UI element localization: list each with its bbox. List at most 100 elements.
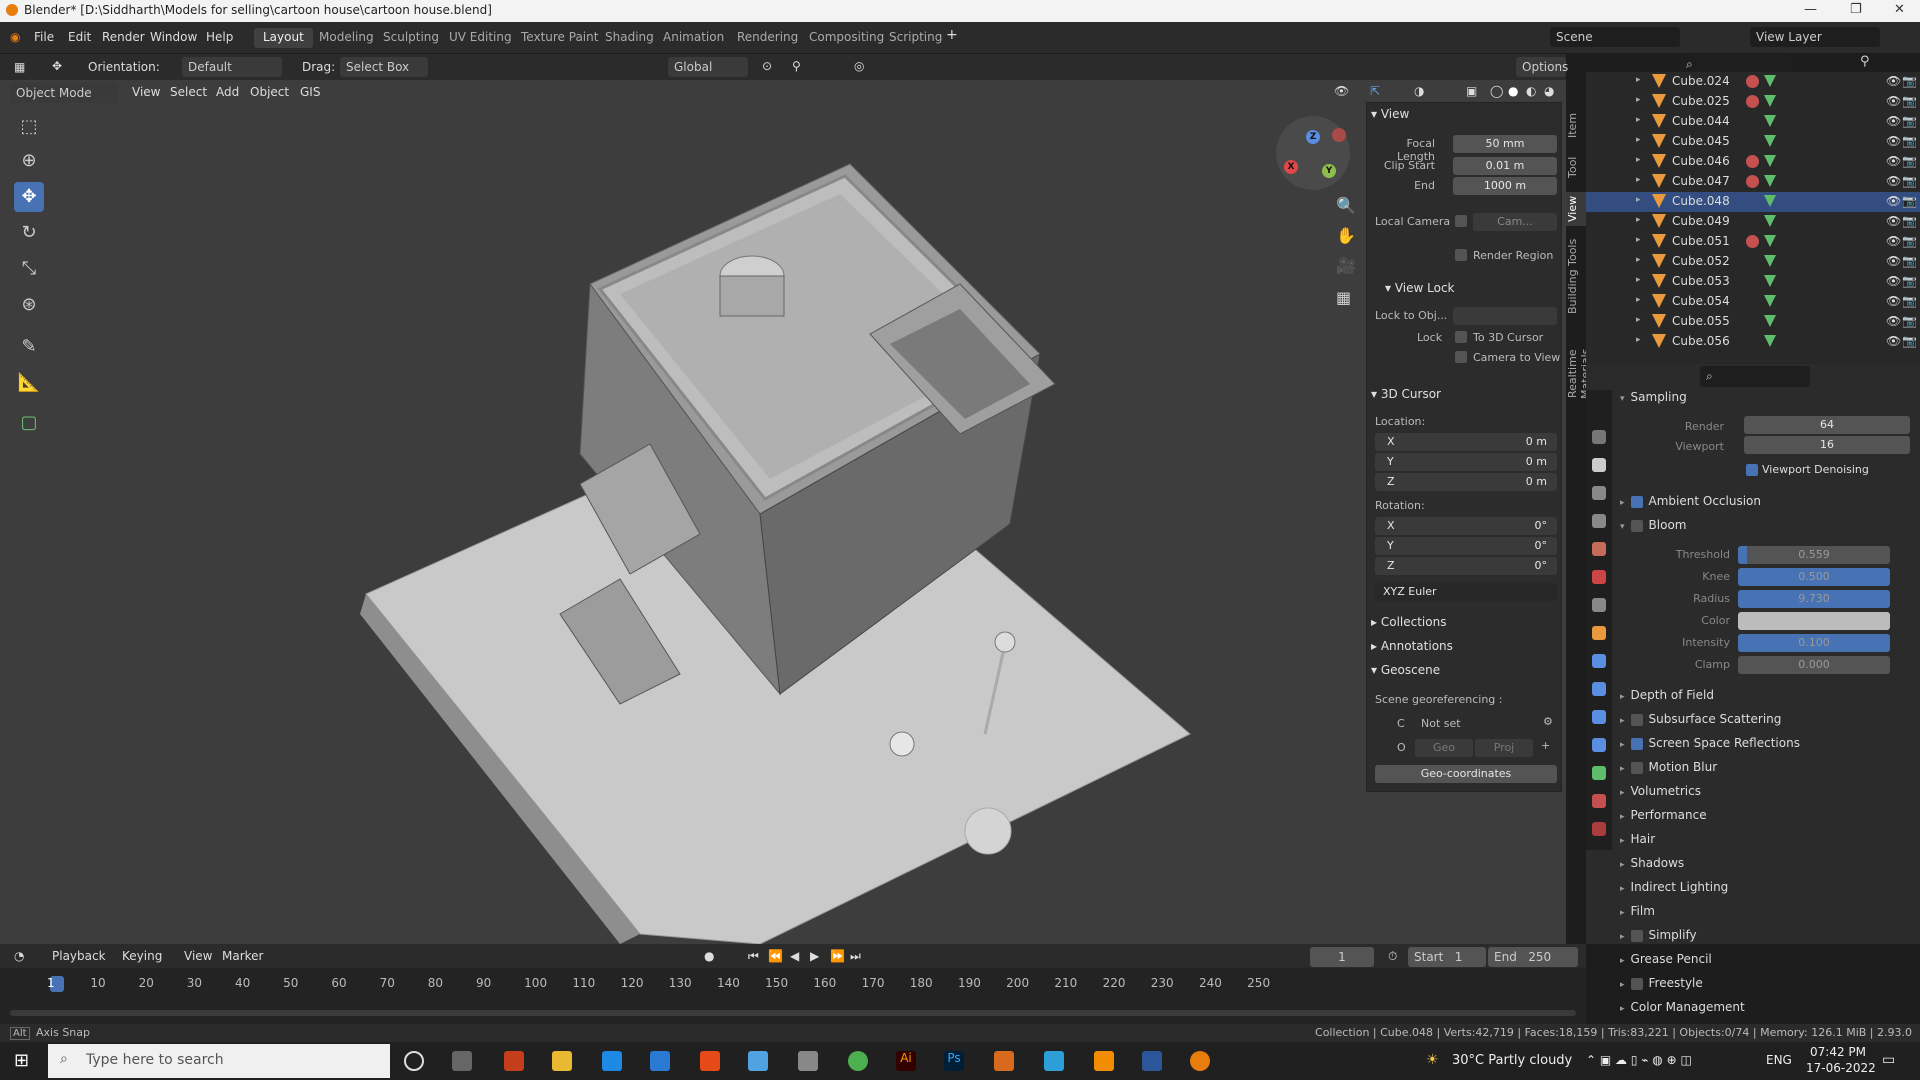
bloom-param-field[interactable]: 0.000 (1738, 656, 1890, 674)
drag-dropdown[interactable]: Select Box (340, 57, 428, 77)
lock-to-object-field[interactable] (1453, 307, 1557, 325)
blender-menu-icon[interactable]: ◉ (10, 30, 20, 44)
expand-icon[interactable]: ▸ (1636, 215, 1641, 225)
cursor-rotation-z[interactable]: Z 0° (1375, 557, 1557, 575)
menu-object[interactable]: Object (250, 85, 289, 99)
modifier-properties-icon[interactable] (1592, 654, 1606, 668)
minimize-button[interactable]: — (1804, 2, 1817, 17)
notification-icon[interactable]: ▭ (1882, 1052, 1895, 1068)
preview-range-icon[interactable]: ⏱ (1388, 949, 1397, 964)
local-camera-field[interactable]: Cam... (1473, 213, 1557, 231)
render-toggle-icon[interactable]: 📷 (1902, 174, 1917, 188)
tab-building-tools[interactable]: Building Tools (1566, 236, 1586, 316)
scene-selector[interactable]: Scene (1550, 27, 1680, 47)
view-layer-icon[interactable] (1592, 514, 1606, 528)
y-axis-icon[interactable]: Y (1322, 164, 1336, 178)
tab-scripting[interactable]: Scripting (880, 28, 951, 48)
rotate-icon[interactable]: ↻ (14, 218, 44, 248)
texture-properties-icon[interactable] (1592, 822, 1606, 836)
expand-icon[interactable]: ▸ (1636, 175, 1641, 185)
tab-animation[interactable]: Animation (654, 28, 733, 48)
collection-properties-icon[interactable] (1592, 598, 1606, 612)
render-toggle-icon[interactable]: 📷 (1902, 254, 1917, 268)
expand-icon[interactable]: ▸ (1636, 235, 1641, 245)
photoshop-icon[interactable]: Ps (944, 1051, 964, 1071)
world-properties-icon[interactable] (1592, 570, 1606, 584)
panel-freestyle[interactable]: ▸ Freestyle (1620, 976, 1703, 990)
render-toggle-icon[interactable]: 📷 (1902, 194, 1917, 208)
panel-hair[interactable]: ▸ Hair (1620, 832, 1655, 846)
outliner-item[interactable]: ▸ Cube.055 👁 📷 (1586, 312, 1920, 332)
record-icon[interactable]: ● (704, 949, 714, 963)
zoom-icon[interactable]: 🔍 (1336, 196, 1356, 215)
visibility-eye-icon[interactable]: 👁 (1886, 94, 1901, 108)
cursor-icon[interactable]: ⊕ (14, 146, 44, 176)
outliner-item[interactable]: ▸ Cube.056 👁 📷 (1586, 332, 1920, 352)
expand-icon[interactable]: ▸ (1636, 75, 1641, 85)
tab-uv-editing[interactable]: UV Editing (440, 28, 521, 48)
expand-icon[interactable]: ▸ (1636, 155, 1641, 165)
select-box-icon[interactable]: ⬚ (14, 112, 44, 142)
viewport-denoising-checkbox[interactable] (1746, 464, 1758, 476)
z-axis-icon[interactable]: Z (1306, 130, 1320, 144)
geo-coordinates-button[interactable]: Geo-coordinates (1375, 765, 1557, 783)
neg-x-axis-icon[interactable] (1332, 128, 1346, 142)
play-reverse-icon[interactable]: ◀ (790, 949, 799, 963)
view-layer-selector[interactable]: View Layer (1750, 27, 1880, 47)
expand-icon[interactable]: ▸ (1636, 95, 1641, 105)
end-frame-field[interactable]: End 250 (1488, 947, 1578, 967)
maximize-button[interactable]: ❐ (1850, 2, 1862, 17)
navigation-gizmo[interactable]: Z Y X (1276, 116, 1350, 190)
play-icon[interactable]: ▶ (810, 949, 819, 963)
constraints-icon[interactable] (1592, 738, 1606, 752)
render-toggle-icon[interactable]: 📷 (1902, 214, 1917, 228)
scale-icon[interactable]: ⤡ (14, 254, 44, 284)
editor-type-icon[interactable]: ▦ (14, 60, 25, 74)
render-toggle-icon[interactable]: 📷 (1902, 274, 1917, 288)
office-icon[interactable] (700, 1051, 720, 1071)
add-workspace-icon[interactable]: + (946, 27, 958, 43)
clip-start-field[interactable]: 0.01 m (1453, 157, 1557, 175)
orientation-dropdown[interactable]: Default (182, 57, 282, 77)
file-explorer-icon[interactable] (552, 1051, 572, 1071)
tab-sculpting[interactable]: Sculpting (374, 28, 448, 48)
expand-icon[interactable]: ▸ (1636, 315, 1641, 325)
marker-menu[interactable]: Marker (222, 949, 263, 963)
cursor-location-z[interactable]: Z0 m (1375, 473, 1557, 491)
panel-indirect-lighting[interactable]: ▸ Indirect Lighting (1620, 880, 1728, 894)
expand-icon[interactable]: ▸ (1636, 135, 1641, 145)
render-toggle-icon[interactable]: 📷 (1902, 334, 1917, 348)
outliner-item[interactable]: ▸ Cube.049 👁 📷 (1586, 212, 1920, 232)
visibility-eye-icon[interactable]: 👁 (1886, 114, 1901, 128)
annotate-icon[interactable]: ✎ (14, 332, 44, 362)
ambient-occlusion-header[interactable]: ▸ Ambient Occlusion (1620, 494, 1761, 508)
cursor-location-y[interactable]: Y0 m (1375, 453, 1557, 471)
word-icon[interactable] (1142, 1051, 1162, 1071)
mode-dropdown[interactable]: Object Mode (10, 83, 118, 103)
menu-edit[interactable]: Edit (68, 30, 91, 44)
cursor-rotation-y[interactable]: Y 0° (1375, 537, 1557, 555)
render-toggle-icon[interactable]: 📷 (1902, 114, 1917, 128)
outliner-item[interactable]: ▸ Cube.044 👁 📷 (1586, 112, 1920, 132)
view-menu[interactable]: View (184, 949, 212, 963)
panel-film[interactable]: ▸ Film (1620, 904, 1655, 918)
panel-color-management[interactable]: ▸ Color Management (1620, 1000, 1745, 1014)
panel-volumetrics[interactable]: ▸ Volumetrics (1620, 784, 1701, 798)
outliner-item[interactable]: ▸ Cube.045 👁 📷 (1586, 132, 1920, 152)
timeline-scrollbar[interactable] (10, 1010, 1576, 1016)
wireframe-shading-icon[interactable]: ◯ (1490, 84, 1503, 98)
pivot-point-icon[interactable]: ⊙ (762, 59, 772, 73)
outliner-item[interactable]: ▸ Cube.046 👁 📷 (1586, 152, 1920, 172)
gizmo-toggle-icon[interactable]: ⇱ (1370, 84, 1380, 98)
expand-icon[interactable]: ▸ (1636, 115, 1641, 125)
outliner-item[interactable]: ▸ Cube.051 👁 📷 (1586, 232, 1920, 252)
tab-modeling[interactable]: Modeling (310, 28, 383, 48)
bloom-param-field[interactable]: 9.730 (1738, 590, 1890, 608)
visibility-eye-icon[interactable]: 👁 (1886, 214, 1901, 228)
bloom-param-field[interactable]: 0.500 (1738, 568, 1890, 586)
panel-checkbox[interactable] (1630, 737, 1643, 750)
visibility-eye-icon[interactable]: 👁 (1886, 314, 1901, 328)
vectorworks-icon[interactable] (1044, 1051, 1064, 1071)
transform-icon[interactable]: ⊛ (14, 290, 44, 320)
blender-taskbar-icon[interactable] (1190, 1051, 1210, 1071)
